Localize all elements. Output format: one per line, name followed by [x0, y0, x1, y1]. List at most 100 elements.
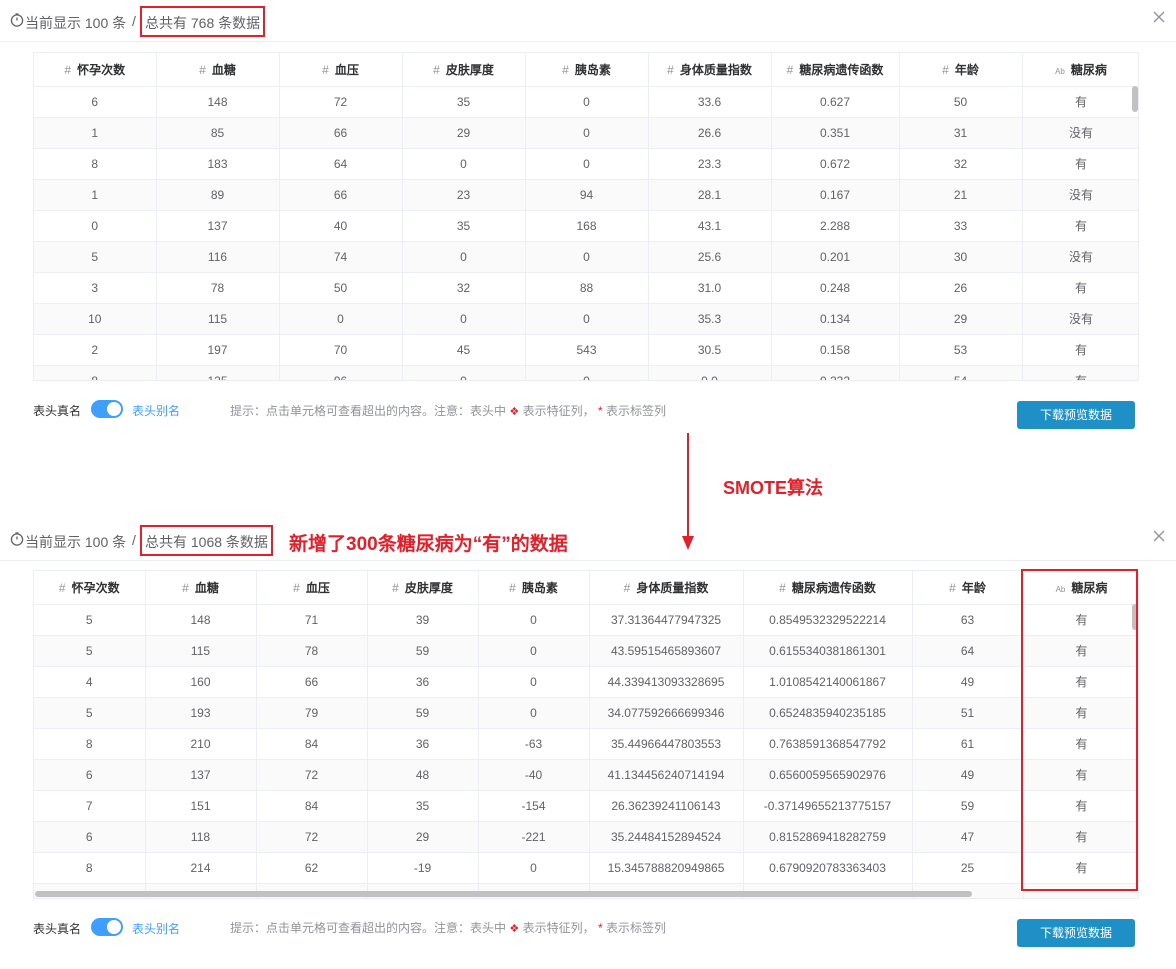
table-cell[interactable]: 有	[1023, 759, 1138, 791]
table-cell[interactable]: 44.339413093328695	[589, 666, 744, 698]
table-cell[interactable]: 0	[478, 604, 590, 636]
table-cell[interactable]: 有	[1023, 821, 1138, 853]
table-cell[interactable]: 59	[367, 635, 479, 667]
table-cell[interactable]: 66	[279, 179, 403, 211]
table-cell[interactable]: 4	[34, 666, 146, 698]
column-header[interactable]: # 血压	[256, 571, 368, 605]
table-cell[interactable]: 有	[1023, 666, 1138, 698]
table-cell[interactable]: 88	[525, 272, 649, 304]
table-cell[interactable]: 41.134456240714194	[589, 759, 744, 791]
table-cell[interactable]: 59	[367, 697, 479, 729]
table-cell[interactable]: 25	[912, 852, 1024, 884]
table-cell[interactable]: 193	[145, 697, 257, 729]
download-preview-button[interactable]: 下载预览数据	[1017, 401, 1135, 429]
table-cell[interactable]: 31.0	[648, 272, 772, 304]
table-cell[interactable]: 49	[912, 666, 1024, 698]
table-cell[interactable]: 29	[899, 303, 1023, 335]
table-cell[interactable]: 有	[1022, 210, 1138, 242]
table-cell[interactable]: -0.37149655213775157	[743, 790, 913, 822]
table-cell[interactable]: 72	[256, 759, 368, 791]
table-cell[interactable]: 118	[145, 821, 257, 853]
table-cell[interactable]: 183	[156, 148, 280, 180]
table-cell[interactable]: 64	[912, 635, 1024, 667]
table-cell[interactable]: 84	[256, 728, 368, 760]
table-cell[interactable]: 214	[145, 852, 257, 884]
table-cell[interactable]: 0	[34, 210, 157, 242]
table-cell[interactable]: 0.134	[771, 303, 900, 335]
table-cell[interactable]: 0.158	[771, 334, 900, 366]
table-cell[interactable]: 43.59515465893607	[589, 635, 744, 667]
table-cell[interactable]: 50	[899, 86, 1023, 118]
table-cell[interactable]: 0	[402, 365, 526, 380]
header-alias-toggle[interactable]	[91, 918, 123, 936]
table-cell[interactable]: 0	[525, 241, 649, 273]
table-cell[interactable]: 36	[367, 728, 479, 760]
table-cell[interactable]: 50	[279, 272, 403, 304]
table-cell[interactable]: 72	[279, 86, 403, 118]
column-header[interactable]: # 年龄	[912, 571, 1024, 605]
table-cell[interactable]: 没有	[1022, 179, 1138, 211]
table-cell[interactable]: 85	[156, 117, 280, 149]
table-cell[interactable]: 15.345788820949865	[589, 852, 744, 884]
table-cell[interactable]: 有	[1023, 852, 1138, 884]
table-cell[interactable]: 53	[899, 334, 1023, 366]
table-cell[interactable]: 有	[1023, 728, 1138, 760]
table-cell[interactable]: 0.201	[771, 241, 900, 273]
table-cell[interactable]: 35	[402, 210, 526, 242]
table-cell[interactable]: 137	[156, 210, 280, 242]
table-cell[interactable]: 168	[525, 210, 649, 242]
table-cell[interactable]: 35	[367, 790, 479, 822]
table-cell[interactable]: 78	[256, 635, 368, 667]
table-cell[interactable]: 210	[145, 728, 257, 760]
table-cell[interactable]: 64	[279, 148, 403, 180]
table-cell[interactable]: 2	[34, 334, 157, 366]
table-cell[interactable]: 5	[34, 241, 157, 273]
column-header[interactable]: Ab 糖尿病	[1023, 571, 1138, 605]
column-header[interactable]: # 皮肤厚度	[402, 53, 526, 87]
horizontal-scrollbar[interactable]	[35, 891, 972, 897]
table-cell[interactable]: 8	[34, 148, 157, 180]
table-cell[interactable]: 43.1	[648, 210, 772, 242]
table-cell[interactable]: 37.31364477947325	[589, 604, 744, 636]
table-cell[interactable]: 543	[525, 334, 649, 366]
column-header[interactable]: # 怀孕次数	[34, 571, 146, 605]
table-cell[interactable]: 23.3	[648, 148, 772, 180]
table-cell[interactable]: 0.232	[771, 365, 900, 380]
table-cell[interactable]: 30	[899, 241, 1023, 273]
table-cell[interactable]: 有	[1022, 148, 1138, 180]
table-cell[interactable]: 35.44966447803553	[589, 728, 744, 760]
table-cell[interactable]: 48	[367, 759, 479, 791]
header-alias-toggle[interactable]	[91, 400, 123, 418]
column-header[interactable]: # 胰岛素	[525, 53, 649, 87]
table-cell[interactable]: 148	[145, 604, 257, 636]
column-header[interactable]: # 糖尿病遗传函数	[743, 571, 913, 605]
table-cell[interactable]: 6	[34, 821, 146, 853]
table-cell[interactable]: 5	[34, 697, 146, 729]
table-cell[interactable]: 63	[912, 604, 1024, 636]
table-cell[interactable]: 有	[1022, 365, 1138, 380]
alias-label[interactable]: 表头别名	[132, 402, 180, 419]
table-cell[interactable]: 0	[279, 303, 403, 335]
table-cell[interactable]: 94	[525, 179, 649, 211]
table-cell[interactable]	[1023, 883, 1138, 898]
column-header[interactable]: # 血糖	[156, 53, 280, 87]
table-cell[interactable]: 2.288	[771, 210, 900, 242]
table-cell[interactable]: 0	[525, 365, 649, 380]
table-cell[interactable]: 35	[402, 86, 526, 118]
table-cell[interactable]: -40	[478, 759, 590, 791]
table-cell[interactable]: 72	[256, 821, 368, 853]
table-cell[interactable]: 26.36239241106143	[589, 790, 744, 822]
table-cell[interactable]: 33	[899, 210, 1023, 242]
download-preview-button[interactable]: 下载预览数据	[1017, 919, 1135, 947]
table-cell[interactable]: 0.0	[648, 365, 772, 380]
table-cell[interactable]: 21	[899, 179, 1023, 211]
table-cell[interactable]: 51	[912, 697, 1024, 729]
table-cell[interactable]: 6	[34, 759, 146, 791]
table-cell[interactable]: 3	[34, 272, 157, 304]
table-cell[interactable]: 0.7638591368547792	[743, 728, 913, 760]
table-cell[interactable]: 33.6	[648, 86, 772, 118]
table-cell[interactable]: 没有	[1022, 241, 1138, 273]
table-cell[interactable]: 74	[279, 241, 403, 273]
table-cell[interactable]: 1.0108542140061867	[743, 666, 913, 698]
table-cell[interactable]: 0.8152869418282759	[743, 821, 913, 853]
